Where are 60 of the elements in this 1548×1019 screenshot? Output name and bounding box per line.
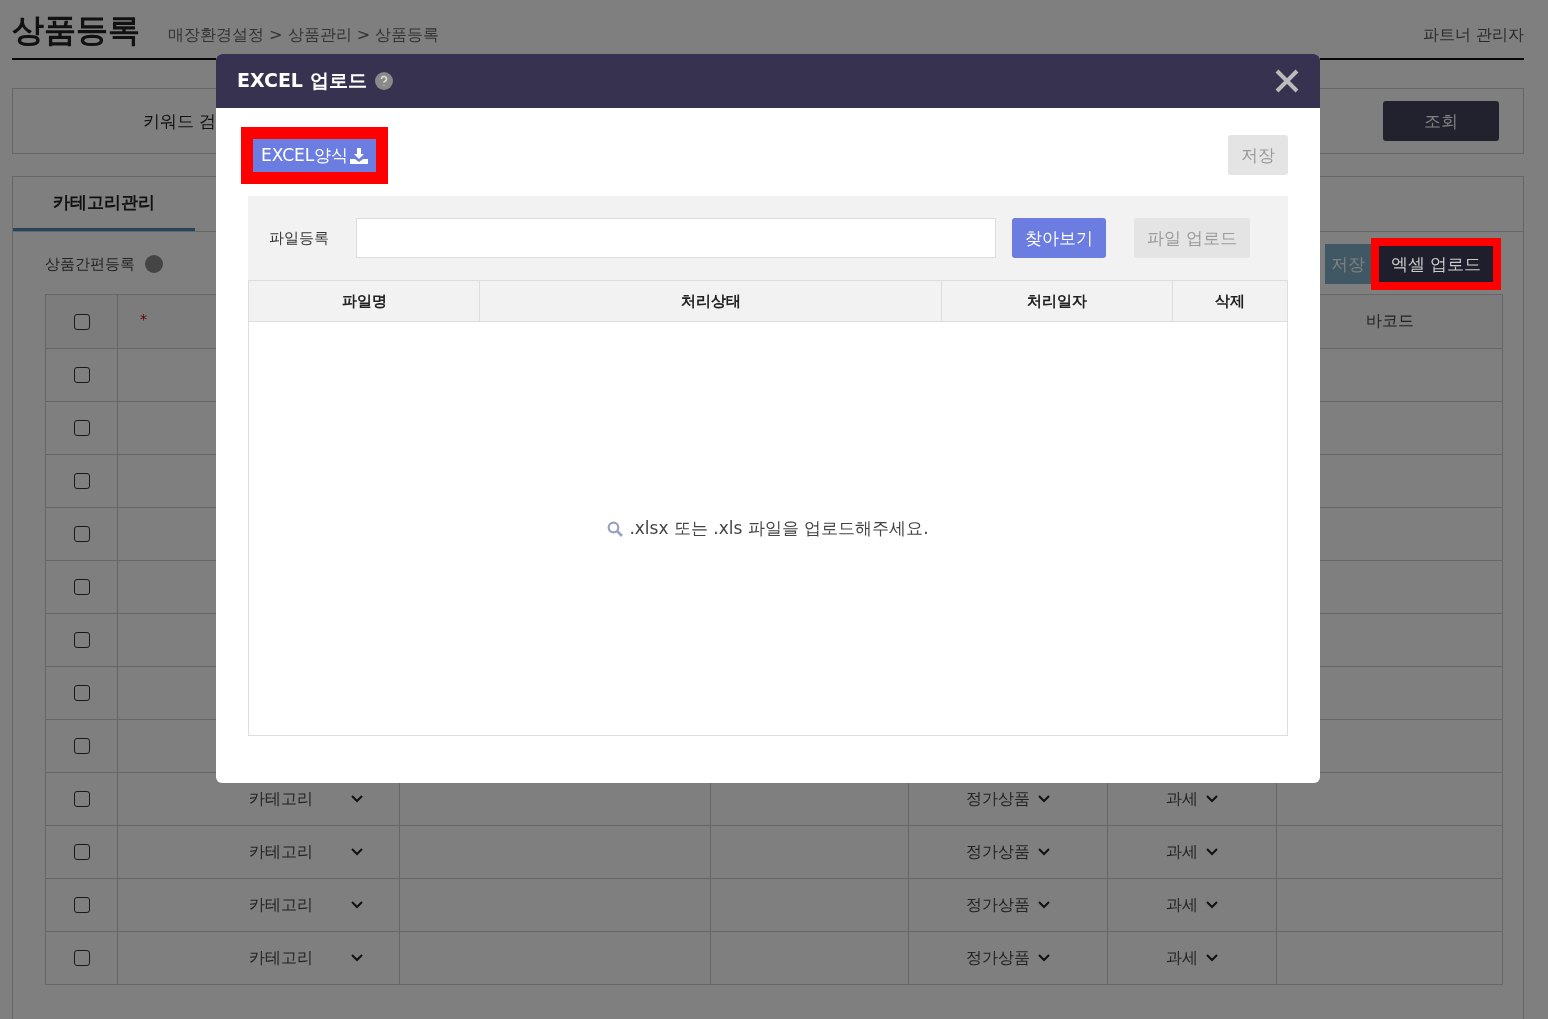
select-all-checkbox[interactable] xyxy=(73,313,90,330)
dialog-title: EXCEL 업로드 xyxy=(237,68,367,93)
category-dropdown[interactable]: 카테고리 xyxy=(148,787,369,811)
column-header: 바코드 xyxy=(1365,311,1414,332)
tax-dropdown[interactable]: 과세 xyxy=(1160,787,1224,811)
row-checkbox[interactable] xyxy=(73,791,90,807)
search-label: 키워드 검 xyxy=(143,109,217,133)
tax-dropdown[interactable]: 과세 xyxy=(1160,840,1224,864)
chevron-down-icon xyxy=(350,954,363,962)
tax-dropdown[interactable]: 과세 xyxy=(1160,893,1224,917)
chevron-down-icon xyxy=(1206,954,1218,962)
product-type-dropdown[interactable]: 정가상품 xyxy=(960,946,1056,970)
row-checkbox[interactable] xyxy=(73,950,90,966)
required-mark: * xyxy=(140,311,147,327)
download-icon xyxy=(350,147,369,164)
row-checkbox[interactable] xyxy=(73,632,90,648)
file-label: 파일등록 xyxy=(269,228,330,248)
chevron-down-icon xyxy=(1038,795,1050,803)
row-checkbox[interactable] xyxy=(73,473,90,489)
row-checkbox[interactable] xyxy=(73,844,90,860)
search-button[interactable]: 조회 xyxy=(1383,101,1499,141)
category-dropdown[interactable]: 카테고리 xyxy=(148,893,369,917)
row-checkbox[interactable] xyxy=(73,897,90,913)
tax-dropdown[interactable]: 과세 xyxy=(1160,946,1224,970)
column-header: 처리일자 xyxy=(942,281,1173,321)
page-title: 상품등록 xyxy=(12,14,140,46)
close-button[interactable] xyxy=(1274,68,1300,94)
excel-upload-button[interactable]: 엑셀 업로드 xyxy=(1378,246,1493,282)
search-icon xyxy=(607,520,624,537)
tab[interactable]: 카테고리관리 xyxy=(13,177,195,231)
chevron-down-icon xyxy=(1206,795,1218,803)
category-dropdown[interactable]: 카테고리 xyxy=(148,840,369,864)
chevron-down-icon xyxy=(1038,848,1050,856)
column-header: 파일명 xyxy=(249,281,480,321)
column-header: 처리상태 xyxy=(480,281,942,321)
excel-template-button[interactable]: EXCEL양식 xyxy=(253,139,377,172)
chevron-down-icon xyxy=(350,848,363,856)
row-checkbox[interactable] xyxy=(73,685,90,701)
empty-message: .xlsx 또는 .xls 파일을 업로드해주세요. xyxy=(629,517,929,540)
category-dropdown[interactable]: 카테고리 xyxy=(148,946,369,970)
product-type-dropdown[interactable]: 정가상품 xyxy=(960,893,1056,917)
section-title: 상품간편등록 xyxy=(45,254,135,274)
file-input-field[interactable] xyxy=(356,218,996,258)
row-checkbox[interactable] xyxy=(73,367,90,383)
chevron-down-icon xyxy=(350,795,363,803)
chevron-down-icon xyxy=(1206,901,1218,909)
row-checkbox[interactable] xyxy=(73,738,90,754)
breadcrumb: 매장환경설정 > 상품관리 > 상품등록 xyxy=(168,25,440,46)
column-header: 삭제 xyxy=(1214,290,1246,312)
product-type-dropdown[interactable]: 정가상품 xyxy=(960,840,1056,864)
chevron-down-icon xyxy=(1206,848,1218,856)
chevron-down-icon xyxy=(350,901,363,909)
product-type-dropdown[interactable]: 정가상품 xyxy=(960,787,1056,811)
user-role: 파트너 관리자 xyxy=(1422,25,1524,46)
row-checkbox[interactable] xyxy=(73,420,90,436)
row-checkbox[interactable] xyxy=(73,579,90,595)
chevron-down-icon xyxy=(1038,954,1050,962)
row-checkbox[interactable] xyxy=(73,526,90,542)
browse-button[interactable]: 찾아보기 xyxy=(1012,218,1106,258)
chevron-down-icon xyxy=(1038,901,1050,909)
